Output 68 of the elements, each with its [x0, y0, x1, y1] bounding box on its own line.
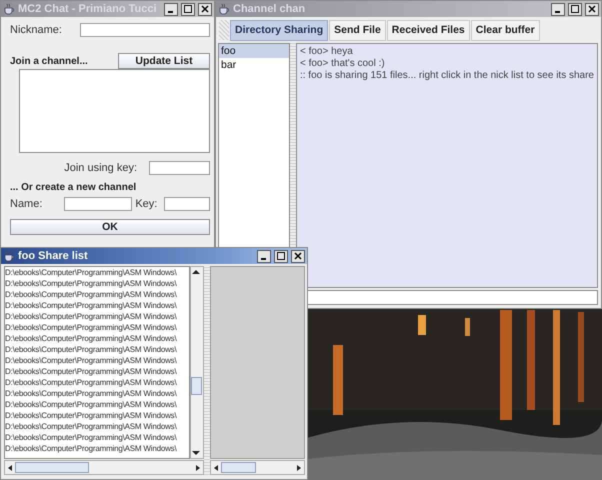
minimize-button[interactable]	[257, 250, 271, 262]
maximize-icon	[277, 252, 285, 260]
update-list-button[interactable]: Update List	[118, 53, 210, 69]
file-path[interactable]: D:\ebooks\Computer\Programming\ASM Windows\	[5, 289, 189, 300]
maximize-button[interactable]	[274, 250, 288, 262]
vertical-scrollbar[interactable]	[190, 266, 204, 459]
ok-button[interactable]: OK	[10, 219, 210, 235]
file-path[interactable]: D:\ebooks\Computer\Programming\ASM Windows\	[5, 344, 189, 355]
toolbar-button[interactable]: Send File	[329, 20, 386, 40]
file-path[interactable]: D:\ebooks\Computer\Programming\ASM Windows\	[5, 300, 189, 311]
file-path[interactable]: D:\ebooks\Computer\Programming\ASM Windows\	[5, 432, 189, 443]
maximize-button[interactable]	[568, 2, 582, 16]
section-heading: Join a channel...	[10, 56, 89, 66]
file-path[interactable]: D:\ebooks\Computer\Programming\ASM Windows\	[5, 333, 189, 344]
file-path[interactable]: D:\ebooks\Computer\Programming\ASM Windows\	[5, 311, 189, 322]
close-button[interactable]	[291, 250, 305, 262]
file-path[interactable]: D:\ebooks\Computer\Programming\ASM Windows\	[5, 377, 189, 388]
minimize-button[interactable]	[164, 2, 178, 16]
scroll-thumb[interactable]	[221, 462, 256, 473]
file-path[interactable]: D:\ebooks\Computer\Programming\ASM Windows\	[5, 355, 189, 366]
file-path[interactable]: D:\ebooks\Computer\Programming\ASM Windows\	[5, 421, 189, 432]
field-label: Join using key:	[64, 162, 137, 174]
section-heading: ... Or create a new channel	[10, 182, 138, 193]
scroll-down-icon[interactable]	[191, 448, 201, 458]
toolbar-button[interactable]: Received Files	[386, 20, 470, 40]
key-field[interactable]	[164, 197, 210, 211]
field-label: Nickname:	[10, 24, 60, 36]
cup-icon	[218, 3, 230, 15]
horizontal-scrollbar[interactable]	[210, 460, 305, 475]
file-path[interactable]: D:\ebooks\Computer\Programming\ASM Windows\	[5, 267, 189, 278]
file-path[interactable]: D:\ebooks\Computer\Programming\ASM Windows\	[5, 322, 189, 333]
field-label: Name:	[10, 198, 44, 210]
file-path[interactable]: D:\ebooks\Computer\Programming\ASM Windows\	[5, 443, 189, 454]
nick-item[interactable]: foo	[219, 44, 290, 58]
close-icon	[201, 5, 209, 13]
channel-list[interactable]	[19, 69, 210, 153]
horizontal-scrollbar[interactable]	[4, 460, 204, 475]
close-icon	[294, 252, 302, 260]
key-field[interactable]	[149, 161, 210, 175]
file-path[interactable]: D:\ebooks\Computer\Programming\ASM Windows\	[5, 410, 189, 421]
cup-icon	[3, 3, 15, 15]
cup-icon	[3, 250, 15, 262]
maximize-icon	[184, 5, 192, 13]
file-path[interactable]: D:\ebooks\Computer\Programming\ASM Windows\	[5, 366, 189, 377]
message-field[interactable]	[306, 290, 598, 305]
close-icon	[588, 5, 596, 13]
scroll-thumb[interactable]	[15, 462, 89, 473]
chat-message: < foo> that's cool :)	[300, 58, 386, 69]
toolbar-button[interactable]: Clear buffer	[470, 20, 540, 40]
close-button[interactable]	[198, 2, 212, 16]
minimize-button[interactable]	[551, 2, 565, 16]
scroll-thumb[interactable]	[191, 377, 202, 395]
toolbar-grip[interactable]	[219, 20, 229, 40]
close-button[interactable]	[585, 2, 599, 16]
file-path[interactable]: D:\ebooks\Computer\Programming\ASM Windows\	[5, 388, 189, 399]
file-path[interactable]: D:\ebooks\Computer\Programming\ASM Windows\	[5, 278, 189, 289]
chat-message: < foo> heya	[300, 46, 354, 57]
name-field[interactable]	[64, 197, 132, 211]
field-label: Key:	[134, 198, 158, 210]
maximize-button[interactable]	[181, 2, 195, 16]
file-path[interactable]: D:\ebooks\Computer\Programming\ASM Windows\	[5, 399, 189, 410]
chat-message: :: foo is sharing 151 files... right click in the nick list to see its share	[300, 70, 594, 81]
scroll-up-icon[interactable]	[191, 267, 201, 277]
window-title: foo Share list	[18, 250, 89, 262]
maximize-icon	[571, 5, 579, 13]
nickname-field[interactable]	[80, 23, 210, 37]
toolbar-button[interactable]: Directory Sharing	[230, 20, 328, 40]
window-title: Channel chan	[233, 3, 306, 15]
